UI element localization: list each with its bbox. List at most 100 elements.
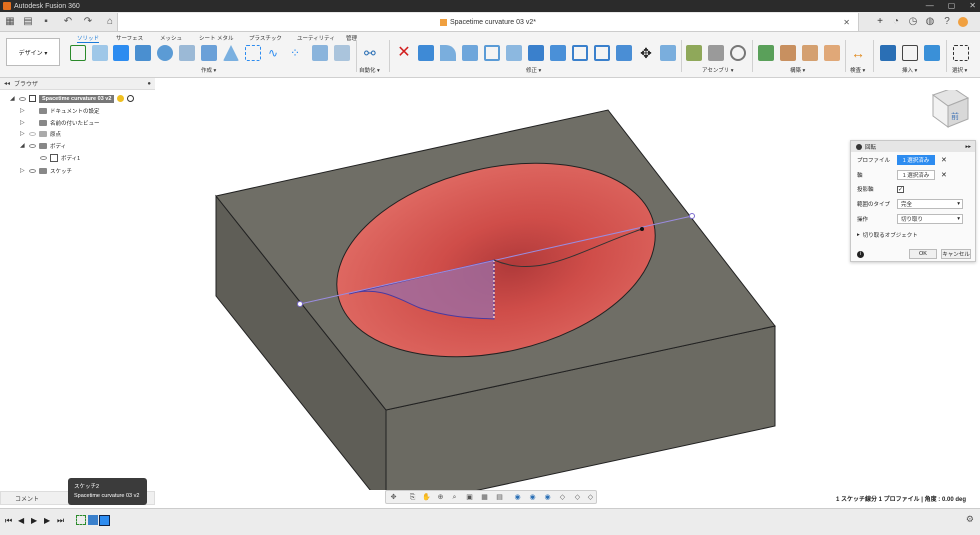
home-icon[interactable]: ⌂ [104, 16, 116, 28]
loft-icon[interactable] [179, 45, 195, 61]
tangent-plane-icon[interactable] [802, 45, 818, 61]
midplane-icon[interactable] [824, 45, 840, 61]
tab-surface[interactable]: サーフェス [116, 34, 143, 42]
step-back-button[interactable]: ◀ [18, 516, 24, 525]
view-iso3-icon[interactable]: ◇ [586, 493, 595, 502]
revolve-icon[interactable] [135, 45, 151, 61]
visibility-eye-icon[interactable] [19, 96, 26, 101]
new-tab-icon[interactable]: + [874, 16, 886, 28]
combine-icon[interactable] [550, 45, 566, 61]
group-create[interactable]: 作成 ▾ [201, 66, 216, 74]
pan-icon[interactable]: ✋ [422, 493, 431, 502]
save-icon[interactable]: ▪ [40, 16, 52, 28]
new-component-icon[interactable] [686, 45, 702, 61]
tree-item[interactable]: ボディ1 [40, 152, 80, 163]
group-assemble[interactable]: アセンブリ ▾ [702, 66, 734, 74]
look-at-icon[interactable]: ⎘ [408, 493, 417, 502]
orbit-icon[interactable]: ✥ [389, 493, 398, 502]
group-construct[interactable]: 構築 ▾ [790, 66, 805, 74]
offset-face-icon[interactable] [572, 45, 588, 61]
tab-solid[interactable]: ソリッド [77, 34, 100, 43]
tree-root[interactable]: ◢ Spacetime curvature 03 v2 [10, 93, 135, 104]
clear-axis-button[interactable]: ✕ [941, 171, 947, 179]
close-tab-button[interactable]: ✕ [843, 18, 850, 27]
tab-mesh[interactable]: メッシュ [160, 34, 182, 42]
browser-pin-icon[interactable]: ● [147, 81, 151, 87]
collapse-icon[interactable]: ◂◂ [4, 80, 10, 87]
maximize-button[interactable]: ▢ [948, 0, 956, 12]
view-top-icon[interactable]: ◉ [528, 493, 537, 502]
info-icon[interactable]: i [857, 251, 864, 258]
motion-study-icon[interactable] [730, 45, 746, 61]
delete-icon[interactable]: ✕ [396, 45, 412, 61]
select-icon[interactable] [953, 45, 969, 61]
extent-dropdown[interactable]: 完全 ▾ [897, 199, 963, 209]
operation-dropdown[interactable]: 切り取り ▾ [897, 214, 963, 224]
radio-active-icon[interactable] [127, 95, 135, 102]
activate-icon[interactable] [117, 95, 125, 102]
tree-item[interactable]: ◢ ボディ [20, 140, 66, 151]
insert-mesh-icon[interactable] [902, 45, 918, 61]
tree-item[interactable]: ▷ 原点 [20, 128, 61, 139]
visibility-eye-icon[interactable] [29, 168, 36, 173]
visibility-eye-icon[interactable] [29, 143, 36, 148]
display-settings-icon[interactable]: ▣ [465, 493, 474, 502]
browser-header[interactable]: ◂◂ ブラウザ ● [0, 78, 155, 90]
file-icon[interactable]: ▤ [22, 16, 34, 28]
visibility-eye-icon[interactable] [29, 131, 36, 136]
group-insert[interactable]: 挿入 ▾ [902, 66, 917, 74]
canvas-viewport[interactable]: 前 [0, 90, 980, 490]
insert-image-icon[interactable] [924, 45, 940, 61]
view-iso-icon[interactable]: ◇ [558, 493, 567, 502]
box-icon[interactable] [245, 45, 261, 61]
go-to-end-button[interactable]: ⏭ [57, 516, 64, 526]
scale-icon[interactable] [528, 45, 544, 61]
go-to-start-button[interactable]: ⏮ [5, 516, 12, 526]
draft-icon[interactable] [506, 45, 522, 61]
timeline-sketch-icon[interactable] [76, 515, 86, 525]
view-iso2-icon[interactable]: ◇ [573, 493, 582, 502]
group-inspect[interactable]: 検査 ▾ [850, 66, 865, 74]
tree-item[interactable]: ▷ ドキュメントの設定 [20, 105, 100, 116]
replace-face-icon[interactable] [594, 45, 610, 61]
group-modify[interactable]: 修正 ▾ [526, 66, 541, 74]
grid-settings-icon[interactable]: ▦ [480, 493, 489, 502]
clear-profile-button[interactable]: ✕ [941, 156, 947, 164]
view-side-icon[interactable]: ◉ [543, 493, 552, 502]
create-sketch-icon[interactable] [70, 45, 86, 61]
joint-icon[interactable] [708, 45, 724, 61]
ok-button[interactable]: OK [909, 249, 937, 259]
move-icon[interactable]: ✥ [638, 45, 654, 61]
group-select[interactable]: 選択 ▾ [952, 66, 967, 74]
timeline-sketch2-icon[interactable] [99, 515, 110, 526]
minimize-button[interactable]: — [926, 0, 934, 12]
thread-icon[interactable] [223, 45, 239, 61]
tab-sheet-metal[interactable]: シート メタル [199, 34, 234, 42]
extrude-icon[interactable] [113, 45, 129, 61]
viewports-icon[interactable]: ▤ [495, 493, 504, 502]
shell-icon[interactable] [484, 45, 500, 61]
expand-icon[interactable]: ◢ [10, 95, 16, 102]
fillet-icon[interactable] [440, 45, 456, 61]
timeline-settings-icon[interactable]: ⚙ [966, 514, 974, 525]
group-automate[interactable]: 自動化 ▾ [359, 66, 380, 74]
tab-plastic[interactable]: プラスチック [249, 34, 282, 42]
visibility-eye-icon[interactable] [40, 155, 47, 160]
offset-plane-icon[interactable] [758, 45, 774, 61]
measure-icon[interactable]: ↔ [851, 45, 867, 61]
clock-icon[interactable]: ◷ [907, 16, 919, 28]
sweep-icon[interactable] [157, 45, 173, 61]
plane-at-angle-icon[interactable] [780, 45, 796, 61]
axis-endpoint[interactable] [297, 301, 303, 307]
automate-icon[interactable]: ⚯ [364, 45, 380, 61]
tab-utility[interactable]: ユーティリティ [297, 34, 335, 42]
split-face-icon[interactable] [616, 45, 632, 61]
profile-select-button[interactable]: 1 選択済み [897, 155, 935, 165]
thicken-icon[interactable] [312, 45, 328, 61]
axis-endpoint[interactable] [689, 213, 695, 219]
document-tab[interactable]: Spacetime curvature 03 v2* ✕ [117, 13, 859, 31]
press-pull-icon[interactable] [418, 45, 434, 61]
viewcube[interactable]: 前 [931, 90, 970, 128]
view-front-icon[interactable]: ◉ [513, 493, 522, 502]
insert-derive-icon[interactable] [880, 45, 896, 61]
